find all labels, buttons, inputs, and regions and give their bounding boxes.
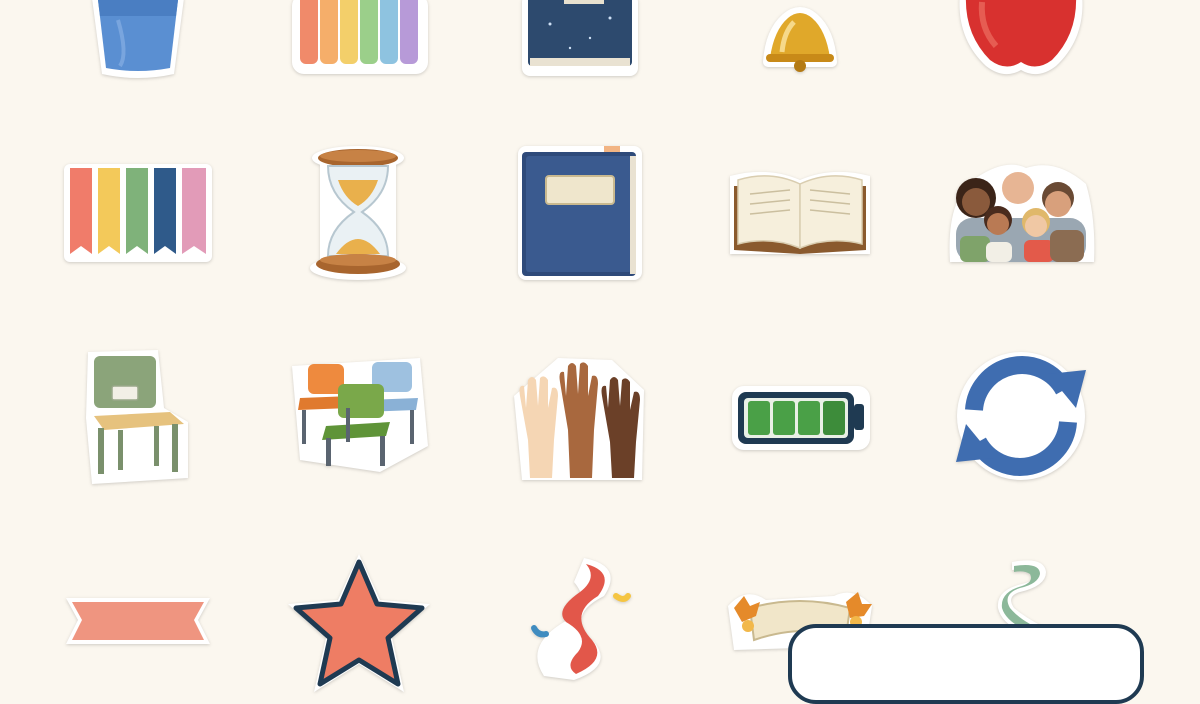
classroom-chairs-icon[interactable]: [290, 356, 430, 474]
full-battery-icon[interactable]: [732, 386, 870, 450]
open-book-icon[interactable]: [728, 166, 872, 260]
bottom-panel: [788, 624, 1144, 704]
school-bell-icon[interactable]: [754, 0, 846, 76]
red-apple-icon[interactable]: [956, 0, 1086, 78]
raised-hands-icon[interactable]: [512, 356, 646, 480]
family-group-icon[interactable]: [946, 158, 1096, 266]
pink-ribbon-banner-icon[interactable]: [66, 596, 210, 646]
refresh-arrows-icon[interactable]: [952, 350, 1090, 482]
sticker-grid: [0, 0, 1200, 704]
blue-book-icon[interactable]: [518, 146, 642, 280]
rainbow-bookmarks-icon[interactable]: [64, 164, 212, 262]
starry-notebook-icon[interactable]: [520, 0, 640, 78]
colored-pencils-icon[interactable]: [290, 0, 430, 76]
swirl-ribbon-icon[interactable]: [524, 556, 636, 680]
school-chair-icon[interactable]: [84, 348, 190, 486]
pencil-cup-icon[interactable]: [88, 0, 188, 80]
hourglass-icon[interactable]: [310, 146, 406, 280]
coral-star-icon[interactable]: [286, 554, 432, 694]
